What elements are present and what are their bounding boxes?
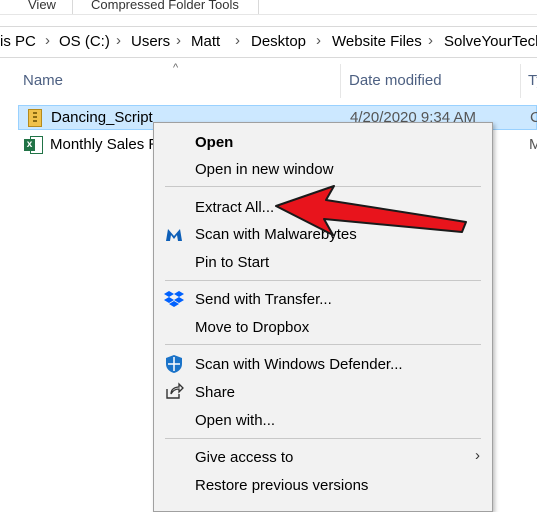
breadcrumb-desktop[interactable]: Desktop [251, 33, 306, 50]
menu-item-open-new-window[interactable]: Open in new window [195, 161, 333, 178]
menu-item-extract-all[interactable]: Extract All... [195, 199, 274, 216]
tab-divider [72, 0, 73, 14]
file-type: M [529, 136, 537, 153]
ribbon-tabs: View Compressed Folder Tools [0, 0, 537, 15]
column-name[interactable]: Name [23, 72, 63, 89]
breadcrumb-os-c[interactable]: OS (C:) [59, 33, 110, 50]
menu-item-move-to-dropbox[interactable]: Move to Dropbox [195, 319, 309, 336]
menu-item-open-with[interactable]: Open with... [195, 412, 275, 429]
sort-up-icon: ^ [173, 62, 179, 74]
column-date-modified[interactable]: Date modified [349, 72, 442, 89]
chevron-right-icon[interactable]: › [116, 32, 121, 49]
context-menu: Open Open in new window Extract All... S… [153, 122, 493, 512]
chevron-right-icon[interactable]: › [428, 32, 433, 49]
chevron-right-icon[interactable]: › [45, 32, 50, 49]
tab-view[interactable]: View [28, 0, 56, 12]
share-icon [164, 381, 184, 401]
zip-folder-icon [28, 109, 42, 127]
chevron-right-icon: › [475, 447, 480, 464]
breadcrumb-users[interactable]: Users [131, 33, 170, 50]
windows-defender-icon [164, 354, 184, 374]
chevron-right-icon[interactable]: › [176, 32, 181, 49]
column-divider[interactable] [520, 64, 521, 98]
menu-item-open[interactable]: Open [195, 134, 233, 151]
menu-item-pin-to-start[interactable]: Pin to Start [195, 254, 269, 271]
menu-item-scan-malwarebytes[interactable]: Scan with Malwarebytes [195, 226, 357, 243]
breadcrumb-solveyourtech[interactable]: SolveYourTech [444, 33, 537, 50]
menu-item-send-with-transfer[interactable]: Send with Transfer... [195, 291, 332, 308]
menu-item-share[interactable]: Share [195, 384, 235, 401]
breadcrumb[interactable]: is PC › OS (C:) › Users › Matt › Desktop… [0, 26, 537, 58]
menu-item-give-access-to[interactable]: Give access to [195, 449, 293, 466]
breadcrumb-matt[interactable]: Matt [191, 33, 220, 50]
column-header: ^ Name Date modified Ty [0, 60, 537, 100]
dropbox-icon [164, 289, 184, 309]
file-name: Monthly Sales R [50, 136, 160, 153]
menu-separator [165, 344, 481, 345]
menu-item-restore-previous-versions[interactable]: Restore previous versions [195, 477, 368, 494]
tab-compressed-folder-tools[interactable]: Compressed Folder Tools [91, 0, 239, 12]
file-type: C [530, 109, 537, 126]
breadcrumb-this-pc[interactable]: is PC [0, 33, 36, 50]
menu-separator [165, 438, 481, 439]
chevron-right-icon[interactable]: › [235, 32, 240, 49]
column-type[interactable]: Ty [528, 72, 537, 89]
chevron-right-icon[interactable]: › [316, 32, 321, 49]
menu-item-scan-windows-defender[interactable]: Scan with Windows Defender... [195, 356, 403, 373]
malwarebytes-icon [164, 224, 184, 244]
breadcrumb-website-files[interactable]: Website Files [332, 33, 422, 50]
file-name: Dancing_Script [51, 109, 153, 126]
tab-divider [258, 0, 259, 14]
excel-file-icon: x [24, 136, 43, 154]
column-divider[interactable] [340, 64, 341, 98]
menu-separator [165, 186, 481, 187]
menu-separator [165, 280, 481, 281]
